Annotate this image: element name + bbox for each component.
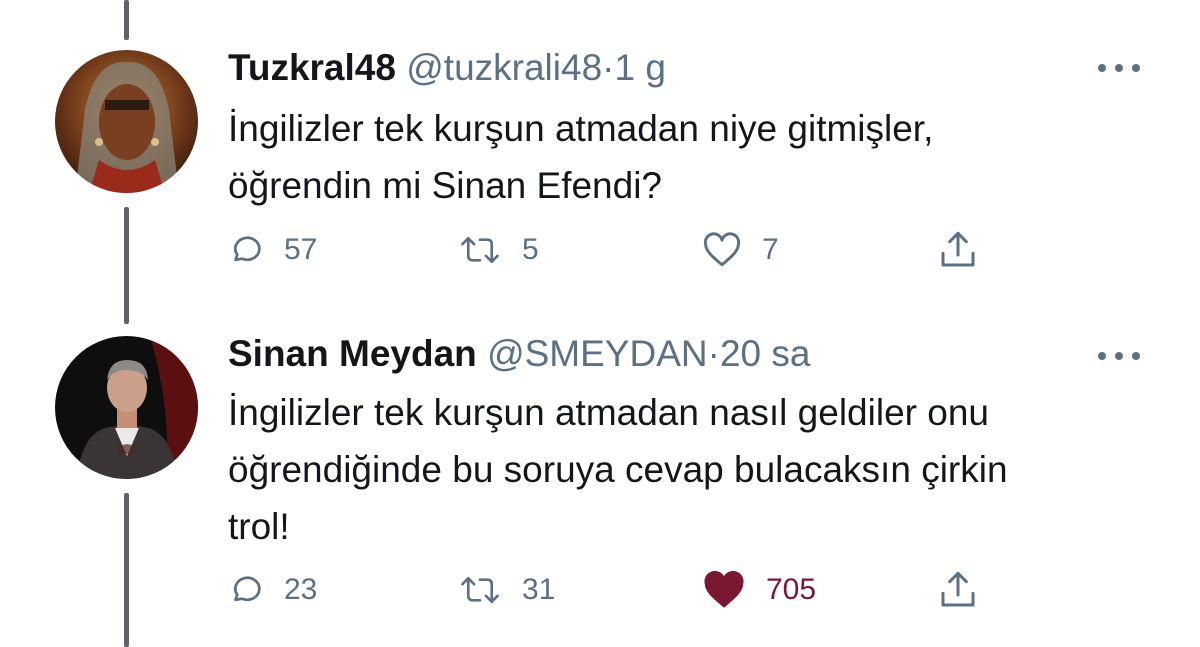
- share-button[interactable]: [938, 228, 978, 272]
- tweet-header: Tuzkral48 @tuzkrali48·1 g: [228, 46, 666, 90]
- share-button[interactable]: [938, 568, 978, 612]
- more-icon[interactable]: [1098, 350, 1140, 362]
- user-handle[interactable]: @SMEYDAN: [487, 333, 708, 374]
- separator-dot: ·: [602, 47, 615, 88]
- like-button[interactable]: 7: [702, 228, 779, 272]
- heart-icon: [704, 570, 744, 608]
- reply-icon: [234, 576, 261, 602]
- more-icon[interactable]: [1098, 62, 1140, 74]
- retweet-count: 5: [522, 233, 539, 266]
- reply-button[interactable]: 23: [228, 568, 317, 612]
- reply-count: 57: [284, 233, 318, 266]
- tweet-1[interactable]: Tuzkral48 @tuzkrali48·1 g İngilizler tek…: [0, 0, 1200, 320]
- tweet-header: Sinan Meydan @SMEYDAN·20 sa: [228, 332, 810, 376]
- tweet-text: İngilizler tek kurşun atmadan nasıl geld…: [228, 384, 1148, 555]
- retweet-icon: [461, 236, 499, 264]
- tweet-text-line: trol!: [228, 506, 290, 547]
- display-name[interactable]: Sinan Meydan: [228, 333, 477, 374]
- display-name[interactable]: Tuzkral48: [228, 47, 396, 88]
- tweet-text-line: İngilizler tek kurşun atmadan niye gitmi…: [228, 108, 934, 149]
- separator-dot: ·: [707, 333, 720, 374]
- like-count: 7: [762, 233, 779, 266]
- heart-icon: [703, 232, 741, 267]
- share-icon: [941, 231, 975, 267]
- avatar[interactable]: [55, 50, 198, 193]
- tweet-actions: 23 31 705: [228, 568, 988, 612]
- share-icon: [941, 571, 975, 607]
- user-handle[interactable]: @tuzkrali48: [406, 47, 602, 88]
- timestamp[interactable]: 1 g: [614, 47, 665, 88]
- tweet-text-line: öğrendiğinde bu soruya cevap bulacaksın …: [228, 449, 1008, 490]
- tweet-actions: 57 5 7: [228, 228, 988, 272]
- tweet-text: İngilizler tek kurşun atmadan niye gitmi…: [228, 100, 1148, 214]
- retweet-count: 31: [522, 573, 556, 606]
- timestamp[interactable]: 20 sa: [720, 333, 811, 374]
- retweet-button[interactable]: 5: [458, 228, 539, 272]
- like-count: 705: [766, 573, 817, 606]
- reply-button[interactable]: 57: [228, 228, 317, 272]
- tweet-text-line: İngilizler tek kurşun atmadan nasıl geld…: [228, 392, 989, 433]
- retweet-icon: [461, 576, 499, 604]
- tweet-text-line: öğrendin mi Sinan Efendi?: [228, 165, 663, 206]
- like-button[interactable]: 705: [702, 568, 816, 612]
- tweet-2[interactable]: Sinan Meydan @SMEYDAN·20 sa İngilizler t…: [0, 330, 1200, 647]
- reply-icon: [234, 236, 261, 262]
- retweet-button[interactable]: 31: [458, 568, 555, 612]
- avatar[interactable]: [55, 336, 198, 479]
- reply-count: 23: [284, 573, 318, 606]
